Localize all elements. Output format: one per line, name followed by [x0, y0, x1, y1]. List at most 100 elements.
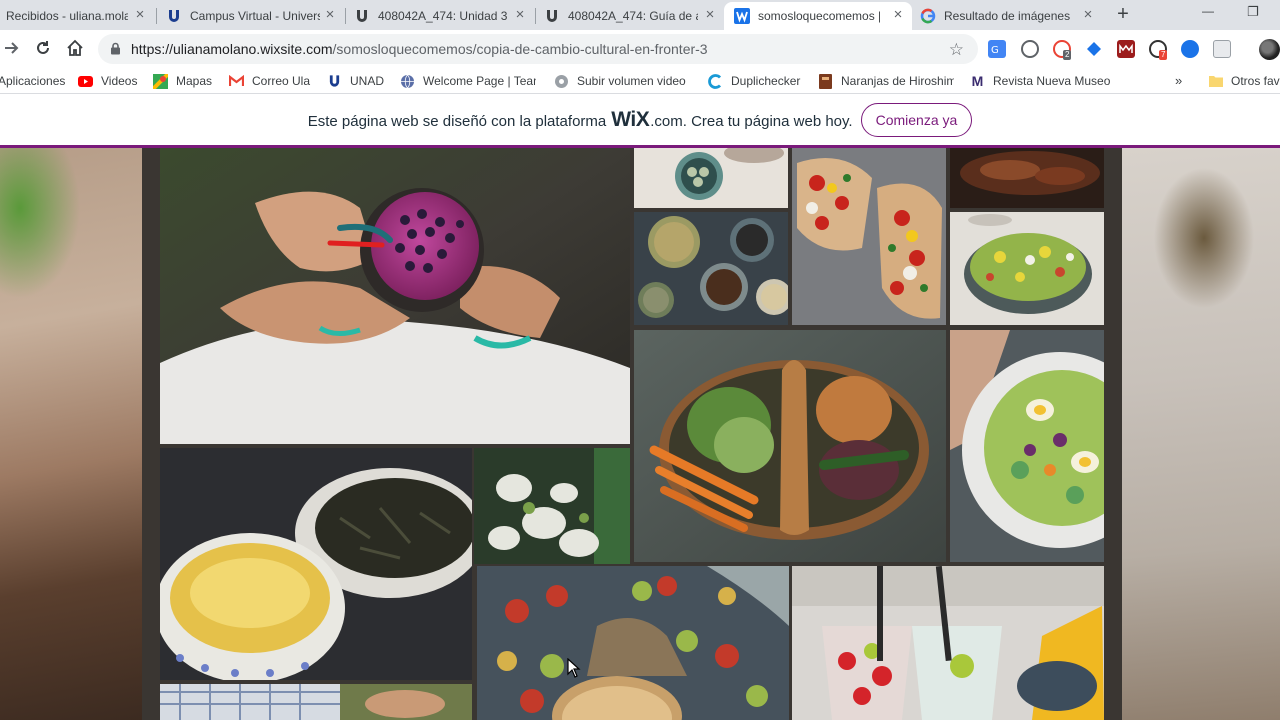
- google-icon: [920, 8, 936, 24]
- tab-title: somosloquecomemos |: [758, 9, 880, 23]
- gallery-image-gardener[interactable]: [160, 684, 472, 720]
- forward-icon[interactable]: [2, 38, 22, 58]
- svg-text:G: G: [991, 45, 999, 56]
- tab-gmail[interactable]: Recibidos - uliana.molano ×: [0, 2, 154, 30]
- globe-icon[interactable]: [1181, 40, 1199, 58]
- bookmark-duplichecker[interactable]: Duplichecker: [708, 72, 808, 90]
- gallery-image-salad-plate[interactable]: [950, 330, 1104, 562]
- maps-icon: [153, 73, 168, 89]
- bookmark-label: Subir volumen video: [577, 74, 686, 88]
- gallery-image-bruschetta[interactable]: [792, 148, 946, 325]
- bookmark-label: UNAD: [350, 74, 385, 88]
- tab-title: Resultado de imágenes: [944, 9, 1071, 23]
- wix-banner: Este página web se diseñó con la platafo…: [0, 95, 1280, 145]
- bookmark-label: Videos: [101, 74, 138, 88]
- bookmark-videos[interactable]: Videos: [78, 72, 144, 90]
- gallery-image-seeds-and-spices[interactable]: [634, 212, 788, 325]
- url-host: https://ulianamolano.wixsite.com: [131, 41, 333, 57]
- bookmark-subir-volumen[interactable]: Subir volumen video: [554, 72, 690, 90]
- bookmark-otros-favoritos[interactable]: Otros favoritos: [1208, 72, 1280, 90]
- unad-icon: [166, 8, 182, 24]
- gallery-image-apples-and-pie[interactable]: [477, 566, 789, 720]
- close-icon[interactable]: ×: [512, 7, 528, 23]
- tab-title: 408042A_474: Guía de a: [568, 9, 698, 23]
- mouse-cursor-icon: [567, 657, 581, 683]
- youtube-icon: [78, 74, 93, 89]
- home-icon[interactable]: [65, 38, 85, 58]
- gallery-image-bowl-of-eggs[interactable]: [634, 148, 788, 208]
- shield-icon[interactable]: [1021, 40, 1039, 58]
- gallery-page: [0, 148, 1280, 720]
- wix-icon: [734, 8, 750, 24]
- more-bookmarks-chevron-icon[interactable]: »: [1175, 73, 1182, 88]
- bookmark-unad[interactable]: UNAD: [327, 72, 387, 90]
- translate-icon[interactable]: G: [988, 40, 1006, 58]
- gallery-image-vegetable-basket[interactable]: [634, 330, 946, 562]
- avatar[interactable]: [1259, 39, 1280, 60]
- bookmark-label: Mapas: [176, 74, 213, 88]
- bookmark-naranjas-hiroshima[interactable]: Naranjas de Hiroshima: [818, 72, 954, 90]
- comienza-ya-button[interactable]: Comienza ya: [860, 103, 973, 137]
- wix-banner-text: Este página web se diseñó con la platafo…: [308, 108, 853, 132]
- bookmark-revista-nueva-museo[interactable]: M Revista Nueva Museo: [970, 72, 1110, 90]
- diamond-icon[interactable]: [1085, 40, 1103, 58]
- museo-icon: M: [971, 73, 984, 89]
- bookmark-label: Revista Nueva Museo: [993, 74, 1110, 88]
- background-image-left: [0, 148, 160, 720]
- gallery-image-smoothie-bowl[interactable]: [160, 148, 630, 444]
- lock-icon: [110, 42, 121, 60]
- bookmark-mapas[interactable]: Mapas: [153, 72, 219, 90]
- close-icon[interactable]: ×: [702, 7, 718, 23]
- adblock-icon[interactable]: 7: [1149, 40, 1168, 60]
- unad-icon: [354, 8, 370, 24]
- mendeley-icon[interactable]: [1117, 40, 1135, 58]
- bookmarks-bar: Aplicaciones Videos Mapas Correo Ula UNA…: [0, 68, 1280, 94]
- bookmark-label: Aplicaciones: [0, 74, 66, 88]
- bookmark-star-icon[interactable]: ☆: [949, 40, 964, 60]
- adblock-badge: 7: [1159, 50, 1168, 60]
- browser-toolbar: https://ulianamolano.wixsite.com/somoslo…: [0, 30, 1280, 68]
- address-bar[interactable]: https://ulianamolano.wixsite.com/somoslo…: [98, 34, 978, 64]
- gmail-icon: [229, 74, 244, 89]
- tab-title: 408042A_474: Unidad 3: [378, 9, 508, 23]
- reload-icon[interactable]: [33, 38, 53, 58]
- restore-icon[interactable]: ❐: [1247, 4, 1259, 20]
- minimize-icon[interactable]: —: [1202, 4, 1214, 18]
- gallery-image-white-flowers[interactable]: [474, 448, 630, 564]
- bookmark-correo-ula[interactable]: Correo Ula: [229, 72, 315, 90]
- background-image-right: [1104, 148, 1280, 720]
- tab-somosloquecomemos[interactable]: somosloquecomemos | ×: [724, 2, 912, 30]
- bookmark-label: Otros favoritos: [1231, 74, 1280, 88]
- tab-title: Recibidos - uliana.molano: [6, 9, 128, 23]
- tab-guia[interactable]: 408042A_474: Guía de a ×: [540, 2, 724, 30]
- gallery-image-cocktails[interactable]: [792, 566, 1104, 720]
- bookmark-label: Naranjas de Hiroshima: [841, 74, 954, 88]
- gallery-image-grilled-meat[interactable]: [950, 148, 1104, 208]
- unad-icon: [327, 74, 342, 89]
- tab-unidad-3[interactable]: 408042A_474: Unidad 3 ×: [350, 2, 534, 30]
- tab-google-images[interactable]: Resultado de imágenes ×: [916, 2, 1102, 30]
- tab-campus-virtual[interactable]: Campus Virtual - Universidad ×: [162, 2, 344, 30]
- bookmark-welcome-page[interactable]: Welcome Page | Team: [400, 72, 536, 90]
- url-text: https://ulianamolano.wixsite.com/somoslo…: [131, 41, 708, 57]
- bookmark-label: Welcome Page | Team: [423, 74, 536, 88]
- book-icon: [818, 73, 833, 89]
- tab-title: Campus Virtual - Universidad: [190, 9, 320, 23]
- new-tab-button[interactable]: +: [1112, 4, 1134, 26]
- url-path: /somosloquecomemos/copia-de-cambio-cultu…: [332, 41, 708, 57]
- close-icon[interactable]: ×: [1080, 7, 1096, 23]
- gallery-image-green-tea[interactable]: [160, 448, 472, 680]
- close-icon[interactable]: ×: [322, 7, 338, 23]
- bookmark-aplicaciones[interactable]: Aplicaciones: [0, 72, 68, 90]
- chrome-ext-icon: [554, 74, 569, 89]
- gallery-image-green-salad[interactable]: [950, 212, 1104, 325]
- wix-banner-text-before: Este página web se diseñó con la platafo…: [307, 113, 607, 130]
- tab-strip: Recibidos - uliana.molano × Campus Virtu…: [0, 0, 1280, 30]
- duplichecker-icon: [708, 73, 723, 89]
- puzzle-icon[interactable]: [1213, 40, 1231, 58]
- notification-icon[interactable]: 2: [1053, 40, 1072, 60]
- close-icon[interactable]: ×: [132, 7, 148, 23]
- close-icon[interactable]: ×: [890, 7, 906, 23]
- wix-banner-text-after: .com. Crea tu página web hoy.: [650, 113, 853, 130]
- notification-badge: 2: [1063, 50, 1072, 60]
